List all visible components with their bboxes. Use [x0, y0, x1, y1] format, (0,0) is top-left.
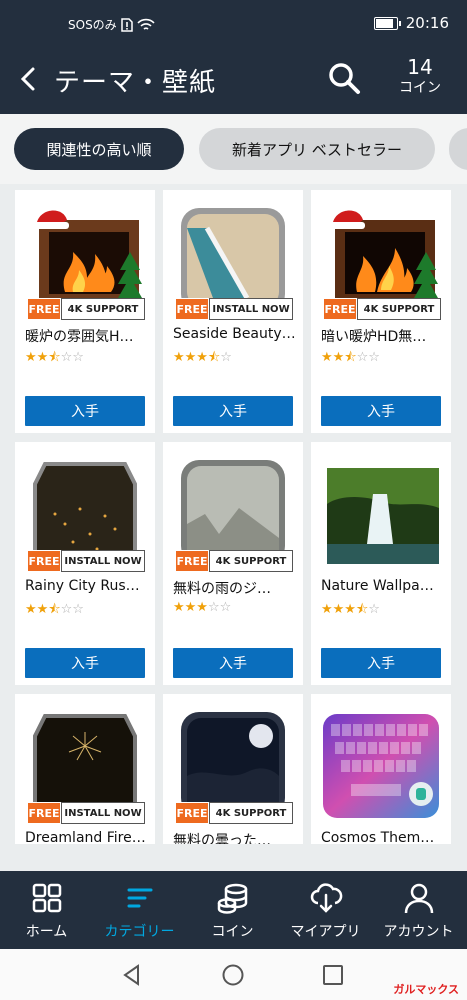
app-card[interactable]: FREE 4K SUPPORT 暖炉の雰囲気H… ★★⯪☆☆ 入手 [15, 190, 155, 433]
person-icon [404, 883, 434, 914]
nav-label: コイン [211, 924, 254, 940]
promo-badge: FREE 4K SUPPORT [323, 298, 441, 320]
app-name: Seaside Beauty… [173, 326, 296, 342]
app-name: Nature Wallpa… [321, 578, 434, 594]
app-name: 暖炉の雰囲気H… [25, 329, 134, 345]
app-card[interactable]: FREE 4K SUPPORT 暗い暖炉HD無… ★★⯪☆☆ 入手 [311, 190, 451, 433]
nav-label: カテゴリー [104, 924, 175, 940]
nav-item-account[interactable]: アカウント [372, 871, 465, 949]
page-title: テーマ・壁紙 [54, 68, 217, 98]
system-navigation-bar: ガルマックス [0, 949, 467, 1000]
recents-square-icon[interactable] [321, 963, 345, 987]
promo-badge: FREE INSTALL NOW [175, 298, 293, 320]
app-name: Rainy City Rus… [25, 578, 140, 594]
rating-stars: ★★★⯪☆ [321, 602, 380, 617]
app-name: 無料の曇った… [173, 833, 271, 844]
status-bar: SOSのみ 20:16 [0, 0, 467, 48]
sort-filter-bar: 関連性の高い順 新着アプリ ベストセラー [0, 114, 467, 184]
app-card[interactable]: Cosmos Them… [311, 694, 451, 844]
promo-badge: FREE INSTALL NOW [27, 802, 145, 824]
app-name: 無料の雨のジ… [173, 581, 271, 597]
search-icon[interactable] [326, 60, 362, 96]
nav-label: マイアプリ [290, 924, 361, 940]
app-card[interactable]: FREE 4K SUPPORT 無料の曇った… [163, 694, 303, 844]
home-grid-icon [32, 883, 62, 913]
filter-chip-more[interactable] [449, 128, 467, 170]
bottom-navigation: ホーム カテゴリー コイン マイアプリ アカウント [0, 871, 467, 949]
coins-balance[interactable]: 14 コイン [392, 56, 448, 98]
nav-item-coins[interactable]: コイン [186, 871, 279, 949]
promo-badge: FREE 4K SUPPORT [175, 802, 293, 824]
app-name: 暗い暖炉HD無… [321, 329, 427, 345]
get-button[interactable]: 入手 [25, 648, 145, 678]
get-button[interactable]: 入手 [321, 396, 441, 426]
app-card[interactable]: FREE INSTALL NOW Rainy City Rus… ★★⯪☆☆ 入手 [15, 442, 155, 685]
get-button[interactable]: 入手 [321, 648, 441, 678]
waterfall-thumbnail [327, 468, 439, 564]
category-lines-icon [127, 888, 153, 908]
home-circle-icon[interactable] [221, 963, 245, 987]
get-button[interactable]: 入手 [25, 396, 145, 426]
battery-icon [373, 16, 401, 30]
coins-label: コイン [399, 80, 441, 96]
cosmos-keyboard-thumbnail [323, 714, 439, 818]
clock: 20:16 [405, 14, 449, 32]
promo-badge: FREE INSTALL NOW [27, 550, 145, 572]
nav-item-category[interactable]: カテゴリー [93, 871, 186, 949]
app-card[interactable]: FREE INSTALL NOW Dreamland Fire… [15, 694, 155, 844]
get-button[interactable]: 入手 [173, 648, 293, 678]
rating-stars: ★★⯪☆☆ [25, 602, 84, 617]
filter-chip-relevance[interactable]: 関連性の高い順 [14, 128, 184, 170]
rating-stars: ★★⯪☆☆ [25, 350, 84, 365]
nav-item-home[interactable]: ホーム [0, 871, 93, 949]
app-header: テーマ・壁紙 14 コイン [0, 48, 467, 114]
wifi-icon [137, 18, 155, 30]
app-name: Dreamland Fire… [25, 830, 146, 844]
app-card[interactable]: FREE INSTALL NOW Seaside Beauty… ★★★⯪☆ 入手 [163, 190, 303, 433]
rating-stars: ★★★⯪☆ [173, 350, 232, 365]
filter-chip-new-bestseller[interactable]: 新着アプリ ベストセラー [199, 128, 435, 170]
back-arrow-icon[interactable] [14, 64, 44, 94]
get-button[interactable]: 入手 [173, 396, 293, 426]
nav-item-my-apps[interactable]: マイアプリ [279, 871, 372, 949]
app-grid: FREE 4K SUPPORT 暖炉の雰囲気H… ★★⯪☆☆ 入手 FREE INS… [0, 184, 467, 844]
app-card[interactable]: Nature Wallpa… ★★★⯪☆ 入手 [311, 442, 451, 685]
watermark: ガルマックス [393, 983, 459, 996]
coins-stack-icon [217, 883, 248, 914]
promo-badge: FREE 4K SUPPORT [27, 298, 145, 320]
app-name: Cosmos Them… [321, 830, 435, 844]
carrier-text: SOSのみ [68, 18, 117, 32]
coins-count: 14 [407, 55, 433, 79]
nav-label: ホーム [25, 924, 68, 940]
cloud-download-icon [310, 883, 343, 913]
back-triangle-icon[interactable] [120, 963, 144, 987]
app-card[interactable]: FREE 4K SUPPORT 無料の雨のジ… ★★★☆☆ 入手 [163, 442, 303, 685]
promo-badge: FREE 4K SUPPORT [175, 550, 293, 572]
nav-label: アカウント [383, 924, 454, 940]
rating-stars: ★★★☆☆ [173, 600, 232, 615]
sim-alert-icon [120, 17, 133, 32]
rating-stars: ★★⯪☆☆ [321, 350, 380, 365]
